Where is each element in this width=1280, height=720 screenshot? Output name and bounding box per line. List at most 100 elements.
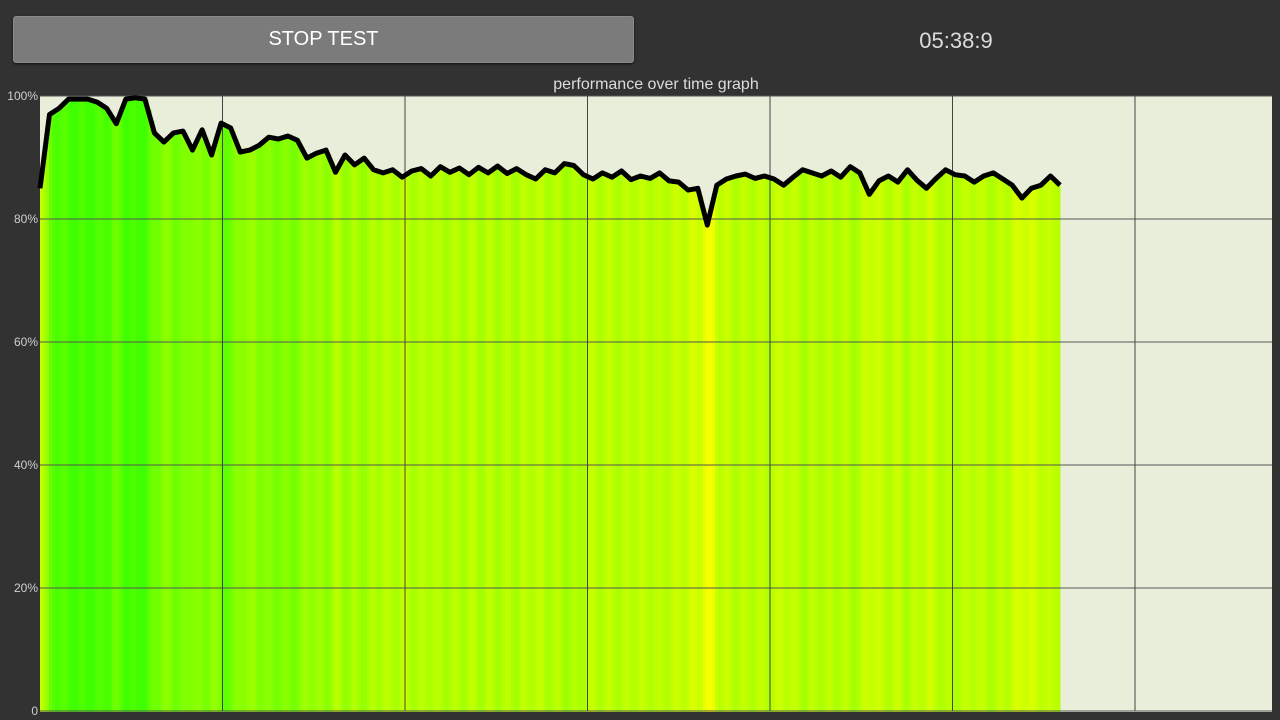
fill-strip (535, 178, 539, 713)
fill-strip (433, 173, 437, 712)
fill-strip (430, 175, 434, 712)
fill-strip (1018, 192, 1022, 712)
fill-strip (811, 172, 815, 712)
fill-strip (667, 179, 671, 712)
fill-strip (145, 99, 149, 712)
fill-strip (514, 169, 518, 712)
fill-strip (580, 171, 584, 712)
fill-strip (1042, 184, 1046, 712)
fill-strip (151, 120, 155, 712)
fill-strip (682, 184, 686, 712)
fill-strip (1015, 188, 1019, 713)
y-tick-label: 0 (31, 704, 38, 718)
fill-strip (331, 161, 335, 712)
fill-strip (1057, 182, 1061, 712)
fill-strip (79, 99, 83, 712)
fill-strip (544, 170, 548, 712)
fill-strip (61, 106, 65, 713)
fill-strip (715, 192, 719, 713)
fill-strip (550, 171, 554, 712)
fill-strip (583, 174, 587, 712)
fill-strip (772, 178, 776, 712)
fill-strip (826, 173, 830, 712)
fill-strip (259, 145, 263, 713)
fill-strip (46, 141, 50, 712)
fill-strip (268, 137, 272, 713)
fill-strip (805, 170, 809, 713)
fill-strip (271, 137, 275, 713)
fill-strip (1036, 186, 1040, 712)
fill-strip (784, 184, 788, 712)
fill-strip (748, 175, 752, 712)
fill-strip (376, 170, 380, 713)
fill-strip (253, 148, 257, 712)
fill-strip (40, 188, 44, 712)
fill-strip (361, 160, 365, 712)
fill-strip (1009, 183, 1013, 712)
fill-strip (382, 172, 386, 713)
fill-strip (937, 177, 941, 712)
fill-strip (421, 168, 425, 712)
fill-strip (349, 159, 353, 712)
fill-strip (943, 172, 947, 712)
fill-strip (58, 108, 62, 712)
fill-strip (760, 177, 764, 712)
fill-strip (553, 172, 557, 712)
fill-strip (688, 189, 692, 713)
fill-strip (133, 98, 137, 712)
fill-strip (439, 168, 443, 712)
fill-strip (664, 176, 668, 713)
fill-strip (190, 145, 194, 713)
fill-strip (904, 174, 908, 712)
fill-strip (97, 102, 101, 713)
fill-strip (997, 175, 1001, 712)
fill-strip (751, 176, 755, 712)
fill-strip (523, 172, 527, 712)
fill-strip (88, 99, 92, 712)
fill-strip (343, 158, 347, 712)
fill-strip (1048, 178, 1052, 712)
fill-strip (157, 135, 161, 712)
fill-strip (886, 177, 890, 713)
fill-strip (454, 170, 458, 712)
fill-strip (1045, 181, 1049, 712)
fill-strip (742, 174, 746, 712)
fill-strip (868, 191, 872, 712)
fill-strip (643, 176, 647, 712)
fill-strip (118, 119, 122, 713)
fill-strip (337, 169, 341, 713)
fill-strip (250, 149, 254, 713)
y-tick-label: 60% (14, 335, 38, 349)
fill-strip (187, 139, 191, 713)
y-tick-label: 80% (14, 212, 38, 226)
fill-strip (289, 136, 293, 712)
performance-chart: 0 20% 40% 60% 80% 100% (7, 89, 1272, 718)
fill-strip (607, 174, 611, 713)
fill-strip (265, 140, 269, 712)
fill-strip (880, 180, 884, 712)
fill-strip (595, 177, 599, 712)
fill-strip (901, 178, 905, 713)
fill-strip (244, 151, 248, 713)
fill-strip (778, 181, 782, 713)
fill-strip (652, 177, 656, 713)
fill-strip (169, 137, 173, 712)
fill-strip (958, 175, 962, 713)
fill-strip (913, 175, 917, 712)
fill-strip (112, 116, 116, 713)
fill-strip (1012, 184, 1016, 712)
fill-strip (1006, 181, 1010, 713)
fill-strip (409, 172, 413, 712)
fill-strip (820, 175, 824, 712)
fill-strip (103, 105, 107, 712)
fill-strip (490, 171, 494, 713)
fill-strip (919, 181, 923, 712)
fill-strip (622, 171, 626, 712)
fill-strip (910, 172, 914, 712)
fill-strip (658, 173, 662, 712)
fill-strip (73, 99, 77, 712)
fill-strip (280, 138, 284, 713)
fill-strip (694, 188, 698, 712)
fill-strip (856, 170, 860, 713)
fill-strip (712, 205, 716, 712)
